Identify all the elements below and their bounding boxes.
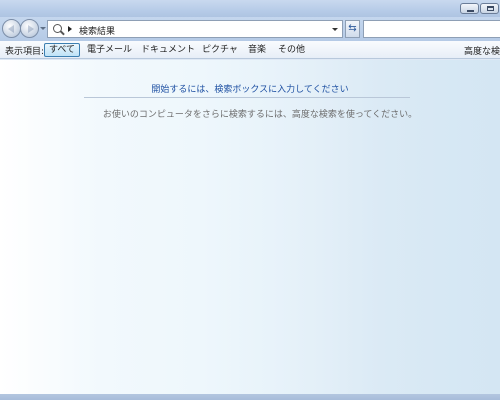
- restore-icon: [487, 6, 494, 11]
- search-hint: 開始するには、検索ボックスに入力してください: [151, 85, 349, 95]
- back-arrow-icon: [8, 25, 14, 33]
- title-bar: [0, 0, 500, 17]
- results-pane: 開始するには、検索ボックスに入力してください お使いのコンピュータをさらに検索す…: [0, 60, 500, 394]
- divider: [84, 97, 410, 98]
- back-button[interactable]: [2, 19, 21, 38]
- restore-button[interactable]: [480, 3, 499, 14]
- minimize-button[interactable]: [460, 3, 479, 14]
- forward-button[interactable]: [20, 19, 39, 38]
- filter-bar-label: 表示項目:: [5, 47, 45, 57]
- search-icon: [53, 24, 62, 33]
- filter-documents[interactable]: ドキュメント: [136, 43, 200, 57]
- address-location[interactable]: 検索結果: [79, 24, 115, 37]
- filter-pictures[interactable]: ピクチャ: [197, 43, 243, 57]
- recent-pages-dropdown[interactable]: [40, 27, 46, 30]
- filter-all[interactable]: すべて: [44, 43, 81, 57]
- breadcrumb-separator-icon[interactable]: [68, 26, 72, 32]
- navigation-bar: 検索結果 ⇆: [0, 17, 500, 41]
- advanced-search-hint: お使いのコンピュータをさらに検索するには、高度な検索を使ってください。: [102, 110, 418, 120]
- refresh-icon: ⇆: [348, 23, 357, 34]
- filter-bar: 表示項目: すべて 電子メール ドキュメント ピクチャ 音楽 その他 高度な検索: [0, 41, 500, 59]
- search-input[interactable]: [363, 20, 500, 38]
- filter-email[interactable]: 電子メール: [82, 43, 137, 57]
- filter-music[interactable]: 音楽: [243, 43, 271, 57]
- address-dropdown-icon[interactable]: [332, 28, 338, 31]
- address-bar[interactable]: 検索結果: [47, 20, 343, 38]
- minimize-icon: [467, 10, 474, 12]
- forward-arrow-icon: [28, 25, 34, 33]
- advanced-search-link[interactable]: 高度な検索: [464, 44, 500, 57]
- refresh-button[interactable]: ⇆: [345, 20, 360, 38]
- window-bottom-border: [0, 394, 500, 400]
- filter-other[interactable]: その他: [273, 43, 310, 57]
